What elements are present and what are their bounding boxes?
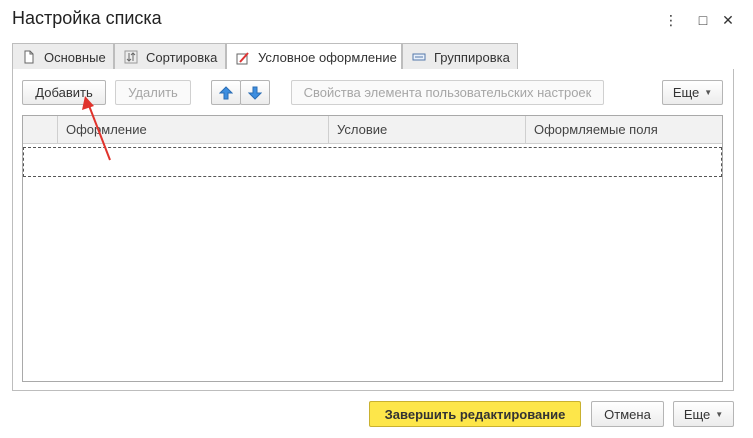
toolbar-more-button[interactable]: Еще ▼: [662, 80, 723, 105]
move-down-button[interactable]: [240, 80, 270, 105]
add-button[interactable]: Добавить: [22, 80, 106, 105]
down-arrow-icon: [248, 86, 262, 100]
up-arrow-icon: [219, 85, 233, 99]
finish-editing-button[interactable]: Завершить редактирование: [369, 401, 581, 427]
tab-conditional-formatting[interactable]: Условное оформление: [226, 43, 402, 71]
column-header-fields[interactable]: Оформляемые поля: [525, 116, 722, 143]
more-options-icon[interactable]: ⋮: [664, 12, 678, 29]
window-title: Настройка списка: [12, 8, 162, 28]
column-header-format[interactable]: Оформление: [57, 116, 328, 143]
tab-label: Сортировка: [146, 49, 218, 65]
chevron-down-icon: ▼: [715, 409, 724, 419]
tab-sorting[interactable]: Сортировка: [114, 43, 226, 70]
row-marker-column: [23, 116, 57, 143]
conditional-format-icon: [236, 51, 249, 64]
column-header-condition[interactable]: Условие: [328, 116, 525, 143]
delete-button[interactable]: Удалить: [115, 80, 191, 105]
table-header: Оформление Условие Оформляемые поля: [23, 116, 722, 144]
grouping-icon: [412, 53, 426, 61]
tab-label: Основные: [44, 49, 106, 65]
tab-label: Группировка: [434, 49, 510, 65]
item-properties-button[interactable]: Свойства элемента пользовательских настр…: [291, 80, 604, 105]
tab-grouping[interactable]: Группировка: [402, 43, 518, 70]
tab-main[interactable]: Основные: [12, 43, 114, 70]
close-icon[interactable]: ✕: [721, 12, 735, 29]
chevron-down-icon: ▼: [704, 88, 713, 97]
more-label: Еще: [672, 85, 700, 100]
cancel-button[interactable]: Отмена: [591, 401, 664, 427]
move-up-button[interactable]: [211, 80, 241, 105]
maximize-icon[interactable]: □: [696, 12, 710, 28]
more-label: Еще: [683, 406, 711, 422]
tab-label: Условное оформление: [258, 50, 397, 65]
sort-icon: [124, 50, 138, 64]
footer-more-button[interactable]: Еще ▼: [673, 401, 734, 427]
table-row[interactable]: [23, 147, 722, 177]
document-icon: [24, 50, 34, 64]
conditional-format-table[interactable]: Оформление Условие Оформляемые поля: [22, 115, 723, 382]
